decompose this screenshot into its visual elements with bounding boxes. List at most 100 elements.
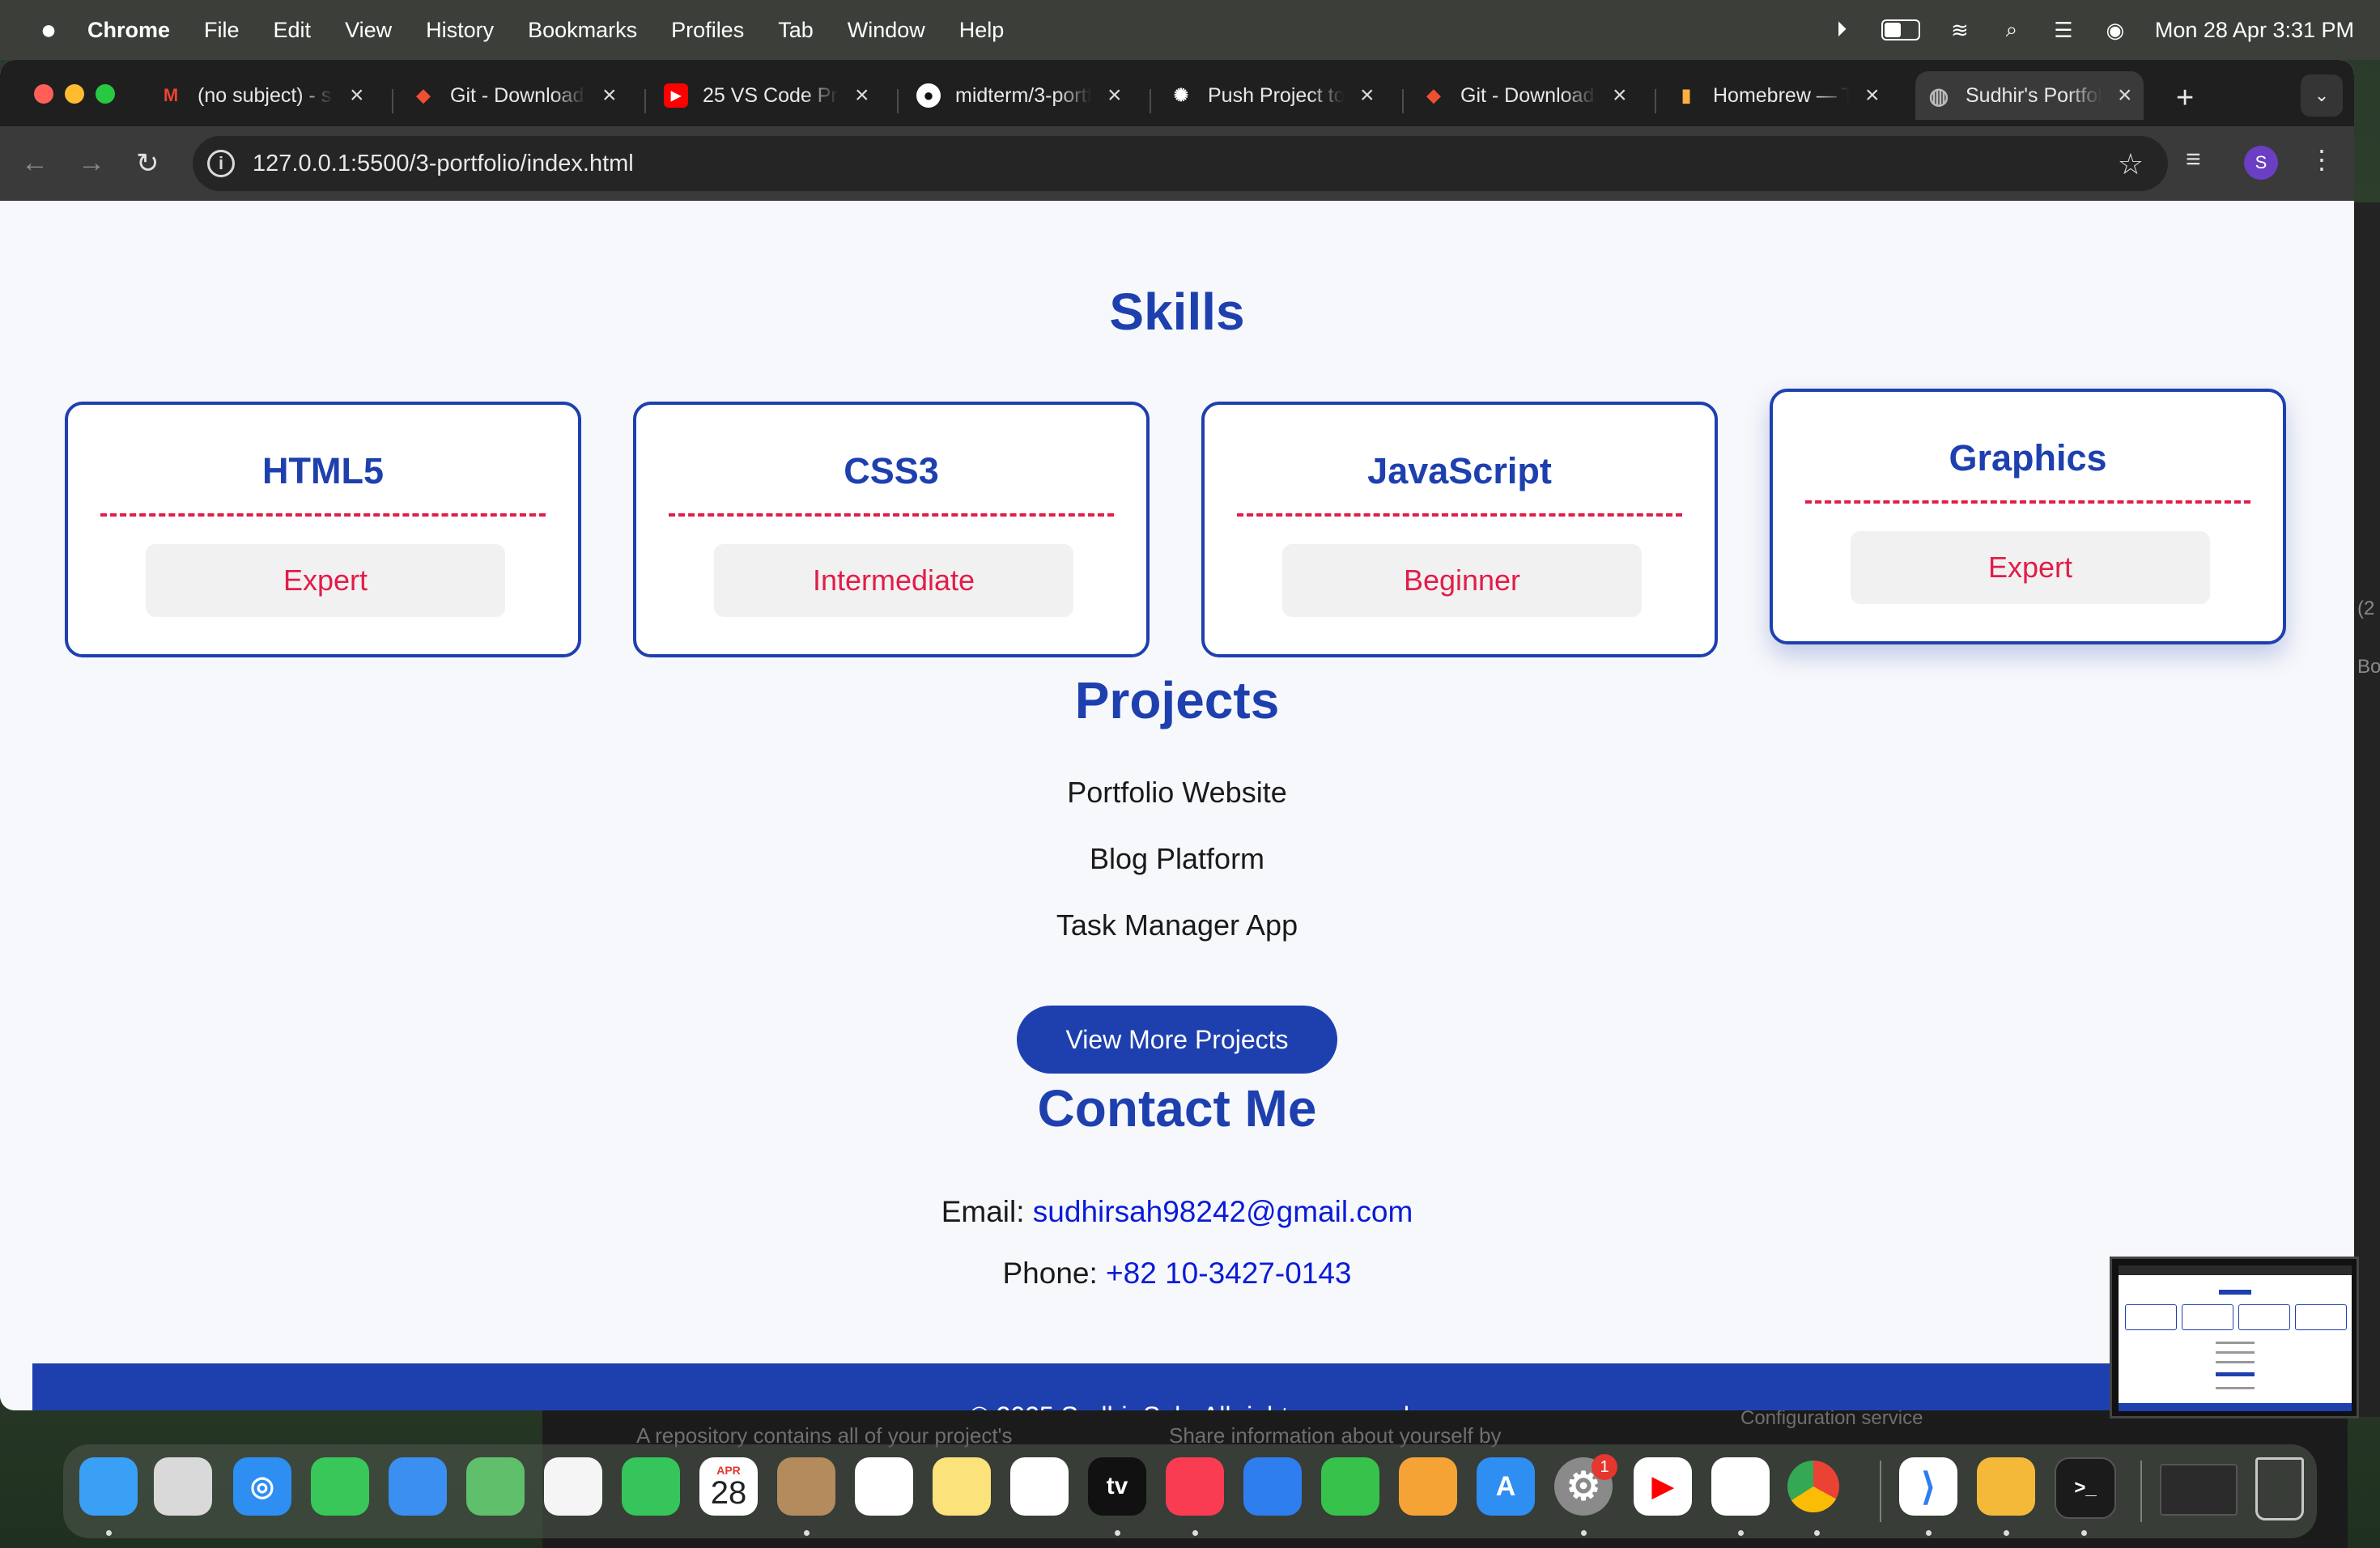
tab-git-downloads[interactable]: ◆ Git - Downloads × (411, 71, 617, 120)
tab-github[interactable]: ● midterm/3-portfolio × (916, 71, 1122, 120)
vscode-icon[interactable]: ⟩ (1899, 1457, 1957, 1516)
email-link[interactable]: sudhirsah98242@gmail.com (1033, 1195, 1413, 1228)
minimize-window-button[interactable] (65, 84, 84, 104)
photos-icon[interactable] (544, 1457, 602, 1516)
tab-close-icon[interactable]: × (350, 82, 364, 109)
tab-close-icon[interactable]: × (1613, 82, 1627, 109)
screenshot-thumbnail[interactable] (2110, 1257, 2359, 1418)
menu-file[interactable]: File (204, 18, 240, 43)
tab-close-icon[interactable]: × (1107, 82, 1122, 109)
siri-icon[interactable]: ◉ (2103, 18, 2127, 42)
menu-window[interactable]: Window (848, 18, 925, 43)
apple-menu-icon[interactable]: ● (32, 15, 65, 46)
calendar-icon[interactable]: APR 28 (699, 1457, 758, 1516)
tab-title: Git - Downloads (1460, 83, 1596, 107)
tab-close-icon[interactable]: × (855, 82, 869, 109)
tab-homebrew[interactable]: ▮ Homebrew — The Missing Package Manager… (1674, 71, 1880, 120)
site-info-icon[interactable]: i (207, 150, 235, 177)
address-bar[interactable]: i 127.0.0.1:5500/3-portfolio/index.html … (193, 136, 2168, 191)
view-more-projects-button[interactable]: View More Projects (1017, 1006, 1337, 1074)
skill-level: Intermediate (714, 544, 1073, 617)
maps-icon[interactable] (466, 1457, 525, 1516)
messages-icon[interactable] (311, 1457, 369, 1516)
menu-bookmarks[interactable]: Bookmarks (528, 18, 637, 43)
menu-edit[interactable]: Edit (274, 18, 312, 43)
new-tab-icon[interactable]: + (2176, 81, 2194, 116)
running-indicator (2004, 1530, 2009, 1536)
running-indicator (106, 1530, 112, 1536)
music-icon[interactable] (1166, 1457, 1224, 1516)
numbers-icon[interactable] (1321, 1457, 1379, 1516)
tab-close-icon[interactable]: × (1360, 82, 1375, 109)
thumbnail-line (2216, 1387, 2255, 1389)
forward-arrow-icon[interactable]: → (78, 147, 105, 179)
minimized-window-icon[interactable] (2160, 1464, 2238, 1516)
mail-icon[interactable] (389, 1457, 447, 1516)
appletv-icon[interactable]: tv (1088, 1457, 1146, 1516)
menu-help[interactable]: Help (959, 18, 1005, 43)
wifi-icon[interactable]: ≋ (1948, 18, 1972, 42)
tab-chatgpt[interactable]: ✺ Push Project to GitHub × (1169, 71, 1375, 120)
profile-avatar[interactable]: S (2244, 146, 2278, 180)
back-arrow-icon[interactable]: ← (21, 147, 49, 179)
launchpad-icon[interactable] (154, 1457, 212, 1516)
page-footer: © 2025 Sudhir Sah. All rights reserved. (32, 1363, 2354, 1410)
email-label: Email: (941, 1195, 1025, 1228)
gmail-icon: M (163, 85, 179, 105)
tab-separator (897, 89, 899, 113)
appstore-icon[interactable]: A (1477, 1457, 1535, 1516)
facetime-icon[interactable] (622, 1457, 680, 1516)
safari-icon[interactable]: ◎ (233, 1457, 291, 1516)
brave-icon[interactable] (1711, 1457, 1770, 1516)
skill-name: JavaScript (1367, 450, 1552, 491)
tab-git-downloads-2[interactable]: ◆ Git - Downloads × (1422, 71, 1627, 120)
reload-icon[interactable]: ↻ (136, 147, 159, 180)
menu-profiles[interactable]: Profiles (671, 18, 744, 43)
menu-tab[interactable]: Tab (778, 18, 814, 43)
tab-close-icon[interactable]: × (1865, 82, 1880, 109)
menu-app-name[interactable]: Chrome (87, 18, 170, 43)
tab-portfolio-active[interactable]: ◍ Sudhir's Portfolio × (1915, 71, 2144, 120)
freeform-icon[interactable] (1010, 1457, 1069, 1516)
notes-icon[interactable] (933, 1457, 991, 1516)
tab-close-icon[interactable]: × (2118, 82, 2132, 109)
web-page: Skills HTML5 Expert CSS3 Intermediate Ja… (0, 201, 2354, 1410)
thumbnail-preview (2119, 1265, 2352, 1411)
bookmark-star-icon[interactable]: ☆ (2118, 147, 2144, 181)
tab-gmail[interactable]: M (no subject) - sudhirsah98242@gmail.co… (159, 71, 364, 120)
skill-card-javascript: JavaScript Beginner (1201, 402, 1718, 657)
globe-icon: ◍ (1928, 83, 1949, 108)
youtube-icon[interactable]: ▶ (1634, 1457, 1692, 1516)
phone-link[interactable]: +82 10-3427-0143 (1106, 1257, 1351, 1290)
whatsapp-icon[interactable] (1977, 1457, 2035, 1516)
url-text[interactable]: 127.0.0.1:5500/3-portfolio/index.html (253, 151, 634, 177)
pages-icon[interactable] (1399, 1457, 1457, 1516)
menubar-clock[interactable]: Mon 28 Apr 3:31 PM (2155, 18, 2354, 43)
tab-close-icon[interactable]: × (602, 82, 617, 109)
reminders-icon[interactable] (855, 1457, 913, 1516)
battery-icon[interactable] (1881, 19, 1920, 40)
close-window-button[interactable] (34, 84, 53, 104)
terminal-icon[interactable]: >_ (2055, 1457, 2116, 1519)
contacts-icon[interactable] (777, 1457, 835, 1516)
play-circle-icon[interactable]: ⏵ (1830, 17, 1854, 42)
tab-separator (644, 89, 646, 113)
chrome-icon[interactable] (1787, 1461, 1839, 1512)
thumbnail-button (2216, 1372, 2255, 1376)
tab-youtube[interactable]: ▶ 25 VS Code Productivity Tips × (664, 71, 869, 120)
reading-list-icon[interactable]: ≡ (2186, 144, 2201, 174)
tab-title: (no subject) - sudhirsah98242@gmail.com (198, 83, 334, 107)
skill-level: Beginner (1282, 544, 1642, 617)
skill-divider (1805, 500, 2250, 504)
keynote-icon[interactable] (1243, 1457, 1302, 1516)
chevron-down-icon[interactable]: ⌄ (2301, 74, 2343, 117)
more-menu-icon[interactable]: ⋮ (2309, 144, 2335, 175)
zoom-window-button[interactable] (96, 84, 115, 104)
menu-view[interactable]: View (345, 18, 392, 43)
thumbnail-heading (2219, 1290, 2251, 1295)
control-center-icon[interactable]: ☰ (2051, 18, 2076, 42)
spotlight-search-icon[interactable]: ⌕ (2000, 17, 2024, 42)
trash-icon[interactable] (2255, 1457, 2304, 1520)
menu-history[interactable]: History (426, 18, 494, 43)
finder-icon[interactable] (79, 1457, 138, 1516)
